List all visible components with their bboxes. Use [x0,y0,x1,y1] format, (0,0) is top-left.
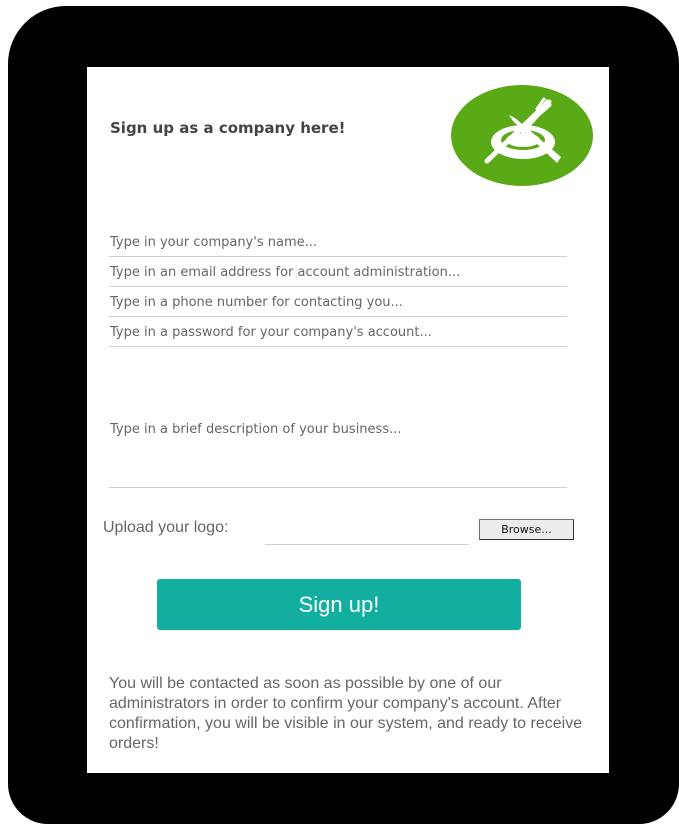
company-name-field[interactable] [109,229,567,257]
upload-file-path[interactable] [265,522,469,545]
upload-logo-label: Upload your logo: [103,519,229,536]
plate-fork-knife-icon [451,85,593,186]
signup-screen: Sign up as a company here! Upload your l… [87,67,609,773]
sign-up-button[interactable]: Sign up! [157,579,521,630]
phone-field[interactable] [109,289,567,317]
confirmation-note: You will be contacted as soon as possibl… [109,675,583,752]
browse-button[interactable]: Browse... [479,519,574,540]
page-title: Sign up as a company here! [110,119,346,137]
password-field[interactable] [109,319,567,347]
description-field[interactable] [109,422,567,488]
email-field[interactable] [109,259,567,287]
